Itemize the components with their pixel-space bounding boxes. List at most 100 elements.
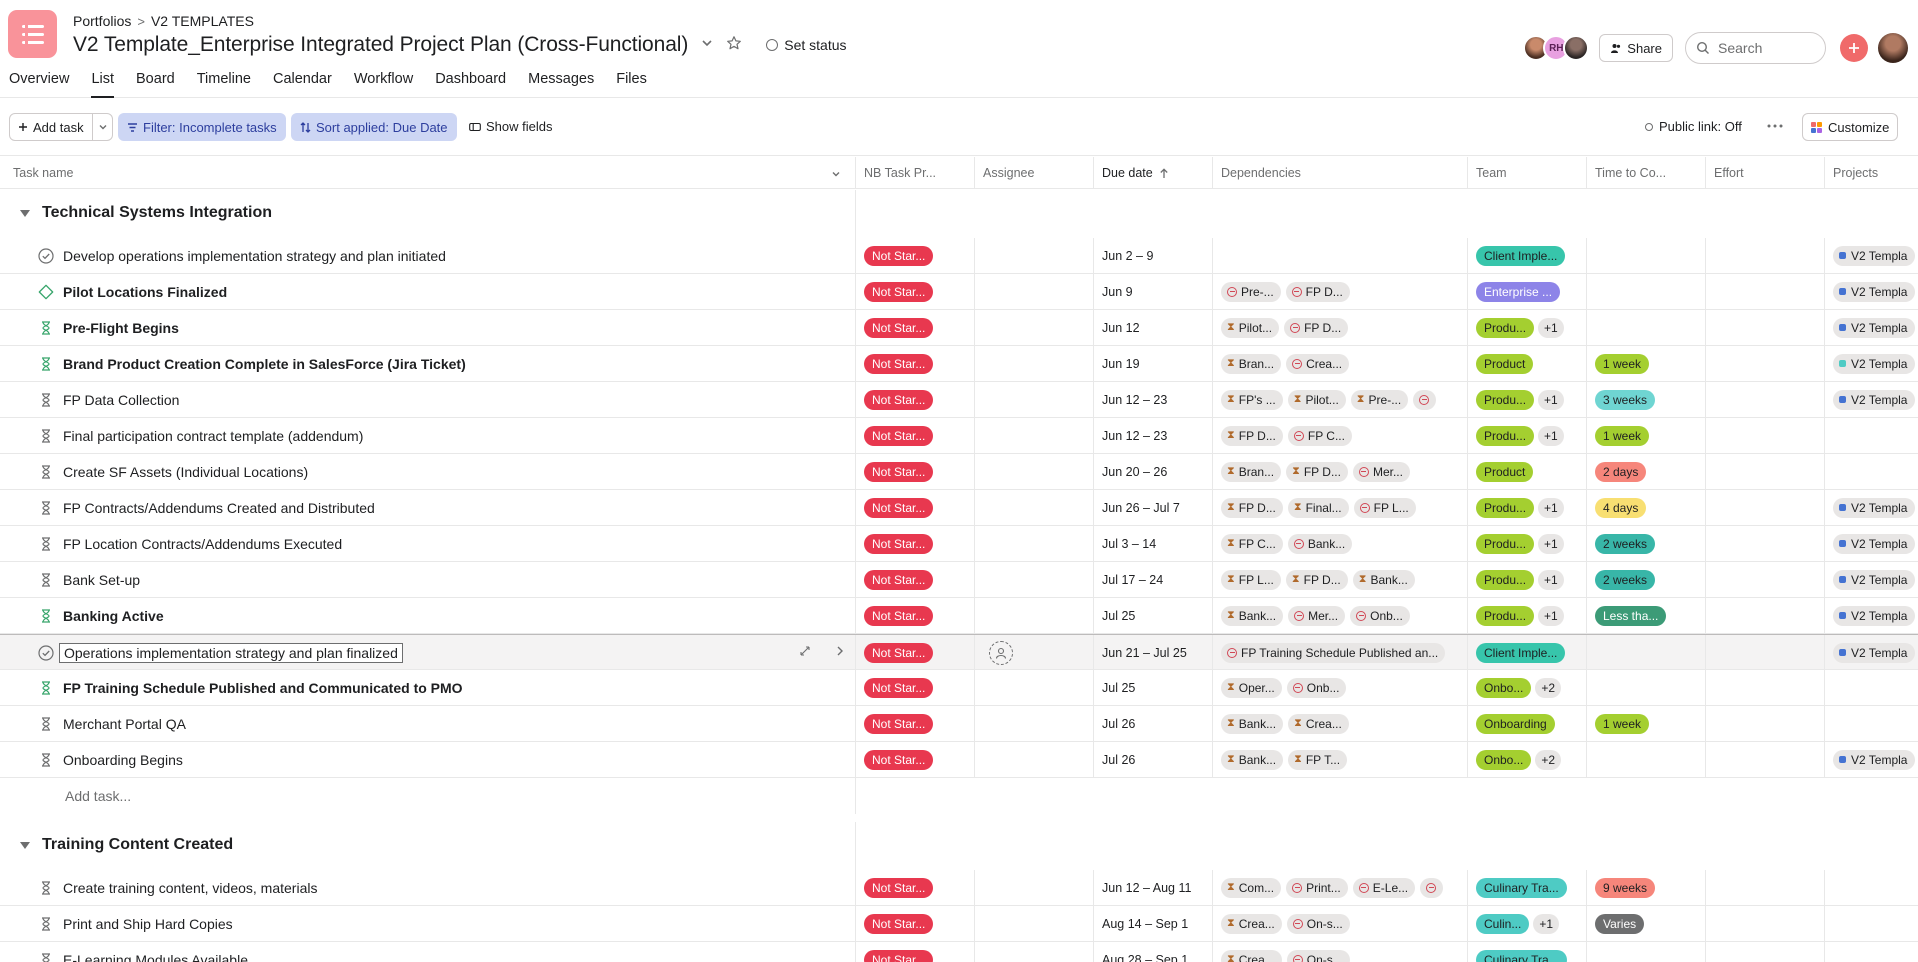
team-cell[interactable]: Culinary Tra...	[1467, 942, 1586, 962]
assignee-cell[interactable]	[974, 906, 1093, 941]
task-name[interactable]: FP Contracts/Addendums Created and Distr…	[63, 500, 375, 516]
time-to-complete-cell[interactable]: 3 weeks	[1586, 382, 1705, 417]
assignee-cell[interactable]	[974, 238, 1093, 273]
dependencies-cell[interactable]: ⧗ Bran... ⧗ FP D... Mer...	[1212, 454, 1467, 489]
dependency-chip[interactable]: ⧗ FP C...	[1221, 533, 1283, 554]
tab-list[interactable]: List	[91, 70, 114, 98]
projects-cell[interactable]	[1824, 906, 1918, 941]
effort-cell[interactable]	[1705, 906, 1824, 941]
due-date-cell[interactable]: Jul 26	[1093, 742, 1212, 777]
task-name[interactable]: FP Data Collection	[63, 392, 179, 408]
team-cell[interactable]: Produ... +1	[1467, 526, 1586, 561]
dependency-chip[interactable]: ⧗ Crea...	[1221, 913, 1282, 934]
task-name-cell[interactable]: Pre-Flight Begins	[8, 310, 855, 345]
due-date-cell[interactable]: Jun 26 – Jul 7	[1093, 490, 1212, 525]
nb-task-priority-cell[interactable]: Not Star...	[855, 906, 974, 941]
checkmark-circle-icon[interactable]	[38, 248, 54, 264]
effort-cell[interactable]	[1705, 942, 1824, 962]
task-name-cell[interactable]: FP Location Contracts/Addendums Executed	[8, 526, 855, 561]
task-name[interactable]: Operations implementation strategy and p…	[59, 642, 403, 663]
tab-files[interactable]: Files	[616, 70, 647, 97]
task-name-cell[interactable]: Banking Active	[8, 598, 855, 633]
nb-task-priority-cell[interactable]: Not Star...	[855, 942, 974, 962]
team-cell[interactable]: Product	[1467, 346, 1586, 381]
effort-cell[interactable]	[1705, 310, 1824, 345]
dependency-chip[interactable]: ⧗ Final...	[1287, 497, 1349, 518]
table-row[interactable]: Pilot Locations Finalized Not Star... Jun …	[0, 274, 1918, 310]
team-cell[interactable]: Client Imple...	[1467, 635, 1586, 670]
projects-cell[interactable]: V2 Templa	[1824, 742, 1918, 777]
dependencies-cell[interactable]: ⧗ Bank... Mer... Onb...	[1212, 598, 1467, 633]
dependency-chip[interactable]: E-Le...	[1352, 877, 1416, 898]
task-name[interactable]: E-Learning Modules Available	[63, 952, 248, 962]
dependencies-cell[interactable]: ⧗ Bran... Crea...	[1212, 346, 1467, 381]
dependencies-cell[interactable]: ⧗ Com... Print... E-Le...	[1212, 870, 1467, 905]
effort-cell[interactable]	[1705, 670, 1824, 705]
effort-cell[interactable]	[1705, 562, 1824, 597]
filter-button[interactable]: Filter: Incomplete tasks	[118, 113, 286, 141]
task-name[interactable]: Print and Ship Hard Copies	[63, 916, 233, 932]
nb-task-priority-cell[interactable]: Not Star...	[855, 870, 974, 905]
section-title[interactable]: Technical Systems Integration	[20, 204, 272, 222]
table-row[interactable]: FP Data Collection Not Star... Jun 12 – 23…	[0, 382, 1918, 418]
dependencies-cell[interactable]: ⧗ FP C... Bank...	[1212, 526, 1467, 561]
nb-task-priority-cell[interactable]: Not Star...	[855, 490, 974, 525]
projects-cell[interactable]: V2 Templa	[1824, 526, 1918, 561]
task-name-cell[interactable]: Develop operations implementation strate…	[8, 238, 855, 273]
due-date-cell[interactable]: Jun 2 – 9	[1093, 238, 1212, 273]
due-date-cell[interactable]: Jul 25	[1093, 598, 1212, 633]
task-name[interactable]: FP Location Contracts/Addendums Executed	[63, 536, 342, 552]
dependency-chip[interactable]	[1420, 877, 1444, 898]
assignee-cell[interactable]	[974, 274, 1093, 309]
tab-board[interactable]: Board	[136, 70, 175, 97]
task-name-cell[interactable]: E-Learning Modules Available	[8, 942, 855, 962]
dependencies-cell[interactable]: Pre-... FP D...	[1212, 274, 1467, 309]
column-due-date[interactable]: Due date	[1093, 157, 1212, 189]
task-name[interactable]: Merchant Portal QA	[63, 716, 186, 732]
assignee-cell[interactable]	[974, 742, 1093, 777]
effort-cell[interactable]	[1705, 526, 1824, 561]
task-name-cell[interactable]: Brand Product Creation Complete in Sales…	[8, 346, 855, 381]
team-cell[interactable]: Produ... +1	[1467, 418, 1586, 453]
task-name[interactable]: Pilot Locations Finalized	[63, 284, 227, 300]
task-name-cell[interactable]: Create SF Assets (Individual Locations)	[8, 454, 855, 489]
dependency-chip[interactable]: ⧗ Bank...	[1352, 569, 1415, 590]
nb-task-priority-cell[interactable]: Not Star...	[855, 526, 974, 561]
task-name[interactable]: Create training content, videos, materia…	[63, 880, 317, 896]
dependencies-cell[interactable]: ⧗ FP D... ⧗ Final... FP L...	[1212, 490, 1467, 525]
avatar[interactable]	[1563, 35, 1590, 61]
projects-cell[interactable]: V2 Templa	[1824, 562, 1918, 597]
task-name-cell[interactable]: Operations implementation strategy and p…	[8, 635, 855, 670]
dependency-chip[interactable]: ⧗ Bank...	[1221, 749, 1284, 770]
projects-cell[interactable]	[1824, 454, 1918, 489]
more-count-badge[interactable]: +2	[1535, 677, 1562, 698]
time-to-complete-cell[interactable]: Varies	[1586, 906, 1705, 941]
projects-cell[interactable]	[1824, 670, 1918, 705]
task-name[interactable]: Final participation contract template (a…	[63, 428, 363, 444]
assignee-cell[interactable]	[974, 310, 1093, 345]
more-count-badge[interactable]: +1	[1538, 569, 1564, 590]
assignee-cell[interactable]	[974, 670, 1093, 705]
hourglass-icon[interactable]	[38, 880, 54, 896]
project-tag[interactable]: V2 Templa	[1833, 749, 1916, 770]
effort-cell[interactable]	[1705, 382, 1824, 417]
time-to-complete-cell[interactable]: 1 week	[1586, 706, 1705, 741]
dependencies-cell[interactable]: ⧗ FP L... ⧗ FP D... ⧗ Bank...	[1212, 562, 1467, 597]
nb-task-priority-cell[interactable]: Not Star...	[855, 310, 974, 345]
user-avatar[interactable]	[1878, 33, 1908, 63]
table-row[interactable]: Bank Set-up Not Star... Jul 17 – 24 ⧗ FP L..…	[0, 562, 1918, 598]
chevron-down-icon[interactable]	[831, 169, 841, 179]
team-cell[interactable]: Produ... +1	[1467, 382, 1586, 417]
effort-cell[interactable]	[1705, 418, 1824, 453]
project-tag[interactable]: V2 Templa	[1833, 605, 1916, 626]
task-name-cell[interactable]: Bank Set-up	[8, 562, 855, 597]
sort-button[interactable]: Sort applied: Due Date	[291, 113, 457, 141]
dependency-chip[interactable]: ⧗ Crea...	[1221, 949, 1282, 962]
time-to-complete-cell[interactable]: 4 days	[1586, 490, 1705, 525]
hourglass-icon[interactable]	[38, 464, 54, 480]
milestone-diamond-icon[interactable]	[38, 284, 54, 300]
time-to-complete-cell[interactable]	[1586, 238, 1705, 273]
due-date-cell[interactable]: Jun 21 – Jul 25	[1093, 635, 1212, 670]
search-input[interactable]: Search	[1685, 32, 1826, 64]
projects-cell[interactable]: V2 Templa	[1824, 274, 1918, 309]
